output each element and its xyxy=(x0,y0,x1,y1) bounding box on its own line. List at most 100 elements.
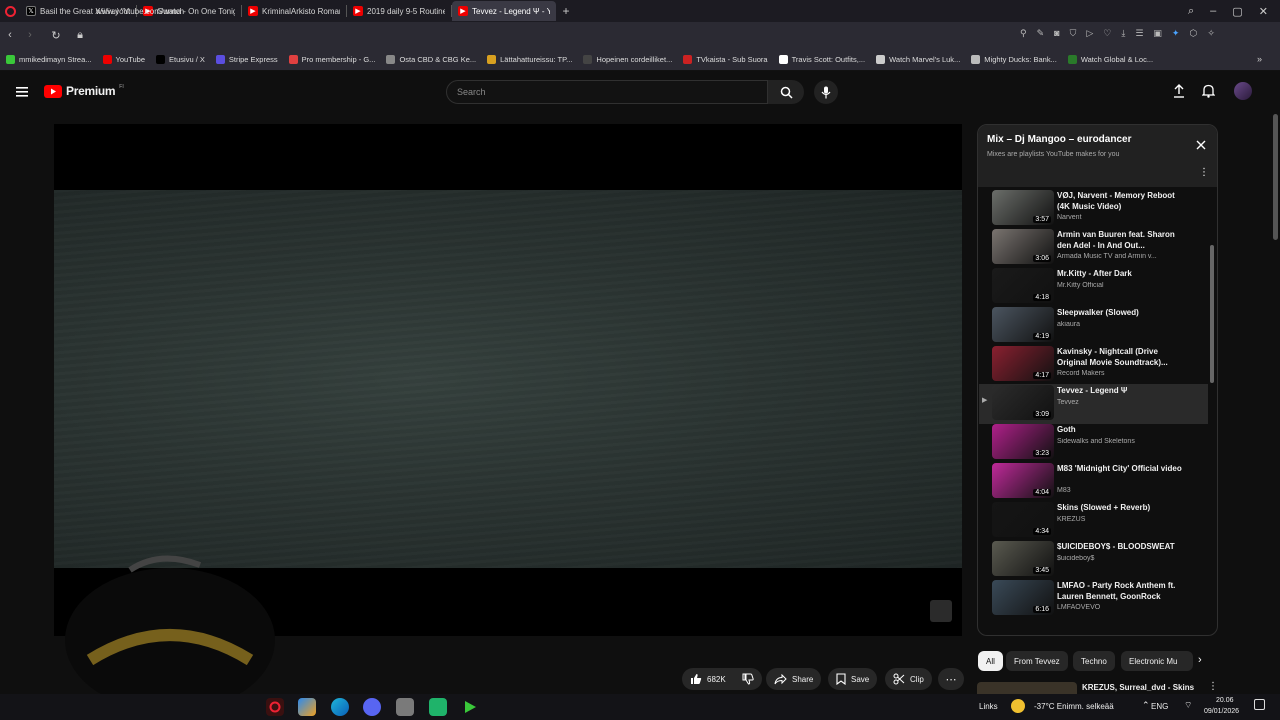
playlist-item[interactable]: 4:19 Sleepwalker (Slowed) akiaura xyxy=(979,306,1208,346)
bookmark-item[interactable]: Osta CBD & CBG Ke... xyxy=(386,54,476,64)
voice-search-button[interactable] xyxy=(814,80,838,104)
language-indicator[interactable]: ENG xyxy=(1151,702,1168,711)
bookmark-item[interactable]: Stripe Express xyxy=(215,54,278,64)
notifications-bell-icon[interactable] xyxy=(1201,84,1216,103)
playlist-item[interactable]: 6:16 LMFAO - Party Rock Anthem ft. Lauren… xyxy=(979,579,1208,619)
vpn-taskbar-icon[interactable] xyxy=(396,698,414,716)
clip-button[interactable]: Clip xyxy=(885,668,932,690)
maximize-button[interactable]: ▢ xyxy=(1232,5,1242,18)
bookmarks-overflow-icon[interactable]: » xyxy=(1257,54,1262,64)
chips-next-icon[interactable]: › xyxy=(1198,654,1202,666)
x-logo-icon: 𝕏 xyxy=(26,6,36,16)
youtube-logo[interactable]: Premium FI xyxy=(44,84,124,98)
bookmark-item[interactable]: Pro membership - G... xyxy=(288,54,375,64)
playlist-item[interactable]: 3:57 VØJ, Narvent - Memory Reboot (4K Mus… xyxy=(979,189,1208,229)
weather-icon xyxy=(1011,699,1025,713)
recommended-video[interactable]: KREZUS, Surreal_dvd - Skins ⋮ xyxy=(977,680,1218,694)
playlist-item[interactable]: 3:06 Armin van Buuren feat. Sharon den Ad… xyxy=(979,228,1208,268)
playlist-item[interactable]: 4:17 Kavinsky - Nightcall (Drive Original… xyxy=(979,345,1208,385)
playlist-item-channel: Armada Music TV and Armin v... xyxy=(1057,253,1157,260)
playlist-item[interactable]: 3:23 Goth Sidewalks and Skeletons xyxy=(979,423,1208,463)
extension-blue-icon[interactable]: ✦ xyxy=(1172,28,1180,39)
filter-chip[interactable]: Electronic Mu xyxy=(1121,651,1193,671)
playlist-item[interactable]: ▶ 3:09 Tevvez - Legend Ψ Tevvez xyxy=(979,384,1208,424)
bookmark-item[interactable]: Mighty Ducks: Bank... xyxy=(971,54,1057,64)
notification-center-icon[interactable] xyxy=(1254,699,1265,710)
bookmark-item[interactable]: YouTube xyxy=(102,54,145,64)
dislike-button[interactable] xyxy=(734,668,762,690)
close-playlist-button[interactable] xyxy=(1196,137,1206,155)
playlist-thumbnail: 3:06 xyxy=(992,229,1054,264)
heart-icon[interactable]: ♡ xyxy=(1103,28,1111,39)
bookmark-item[interactable]: Watch Marvel's Luk... xyxy=(876,54,960,64)
arrow-taskbar-icon[interactable] xyxy=(461,698,479,716)
playlist-title[interactable]: Mix – Dj Mangoo – eurodancer xyxy=(987,134,1131,145)
thumbs-up-icon xyxy=(691,674,702,684)
shield-icon[interactable]: ⛉ xyxy=(1070,28,1077,39)
recommended-more-icon[interactable]: ⋮ xyxy=(1208,681,1218,692)
filter-chip[interactable]: From Tevvez xyxy=(1006,651,1068,671)
more-actions-button[interactable]: ⋯ xyxy=(938,668,964,690)
clock-time[interactable]: 20.06 xyxy=(1216,697,1234,704)
back-button[interactable]: ‹ xyxy=(0,29,20,41)
avatar[interactable] xyxy=(1234,82,1252,100)
bookmark-item[interactable]: Hopeinen cordeilliket... xyxy=(583,54,672,64)
search-tabs-icon[interactable]: ⌕ xyxy=(1188,5,1194,18)
bookmark-item[interactable]: TVkaista - Sub Suora xyxy=(683,54,768,64)
playlist-more-icon[interactable]: ⋮ xyxy=(1199,167,1209,178)
edit-icon[interactable]: ✎ xyxy=(1037,28,1045,39)
cube-icon[interactable]: ⬡ xyxy=(1189,28,1197,39)
paint-taskbar-icon[interactable] xyxy=(298,698,316,716)
browser-menu-icon[interactable] xyxy=(0,5,20,17)
bookmark-favicon-icon xyxy=(6,54,15,64)
thumbs-down-icon xyxy=(742,673,754,685)
search-input[interactable]: Search xyxy=(446,80,768,104)
share-button[interactable]: Share xyxy=(766,668,822,690)
chat-taskbar-icon[interactable] xyxy=(429,698,447,716)
bookmark-item[interactable]: mmikedimayn Strea... xyxy=(6,54,92,64)
filter-chip[interactable]: Techno xyxy=(1073,651,1115,671)
network-icon[interactable]: ⌔ xyxy=(1184,700,1192,711)
opera-taskbar-icon[interactable] xyxy=(266,698,284,716)
bookmark-favicon-icon xyxy=(156,54,166,64)
bookmark-item[interactable]: Travis Scott: Outfits,... xyxy=(778,54,865,64)
clock-date[interactable]: 09/01/2026 xyxy=(1204,708,1239,715)
close-window-button[interactable]: ✕ xyxy=(1259,5,1268,18)
discord-taskbar-icon[interactable] xyxy=(363,698,381,716)
page-scrollbar[interactable] xyxy=(1273,114,1278,240)
bookmark-item[interactable]: Lättahattureissu: TP... xyxy=(487,54,572,64)
camera-icon[interactable]: ◙ xyxy=(1054,28,1059,39)
extension-icon[interactable]: ▣ xyxy=(1153,28,1162,39)
bookmark-item[interactable]: Watch Global & Loc... xyxy=(1067,54,1153,64)
forward-button[interactable]: › xyxy=(20,29,40,41)
browser-tab[interactable]: ▶ Tevvez - Legend Ψ - Yo xyxy=(452,1,556,21)
playlist-item[interactable]: 4:34 Skins (Slowed + Reverb) KREZUS xyxy=(979,501,1208,541)
upload-icon[interactable] xyxy=(1173,84,1185,103)
playlist-item[interactable]: 4:04 M83 'Midnight City' Official video M8… xyxy=(979,462,1208,502)
bookmark-favicon-icon xyxy=(215,54,225,64)
ai-icon[interactable]: ✧ xyxy=(1207,28,1215,39)
hamburger-menu-icon[interactable] xyxy=(16,84,28,102)
filter-chip[interactable]: All xyxy=(978,651,1003,671)
download-icon[interactable]: ⤓ xyxy=(1121,28,1125,39)
taskbar-links-label[interactable]: Links xyxy=(979,702,998,711)
reload-button[interactable]: ↻ xyxy=(46,29,66,42)
playlist-item[interactable]: 4:18 Mr.Kitty - After Dark Mr.Kitty Offici… xyxy=(979,267,1208,307)
search-button[interactable] xyxy=(768,80,804,104)
menu-lines-icon[interactable]: ☰ xyxy=(1135,28,1143,39)
minimize-button[interactable]: – xyxy=(1210,5,1216,17)
play-icon[interactable]: ▷ xyxy=(1086,28,1093,39)
tray-chevron-icon[interactable]: ⌃ xyxy=(1142,700,1150,711)
new-tab-button[interactable]: + xyxy=(556,4,576,18)
browser-tab[interactable]: ▶ KriminalArkisto Romanien II xyxy=(242,1,346,21)
browser-tab[interactable]: ▶ 2019 daily 9-5 Routine (dr xyxy=(347,1,451,21)
save-button[interactable]: Save xyxy=(828,668,878,690)
like-button[interactable]: 682K xyxy=(682,668,734,690)
playlist-item[interactable]: 3:45 $UICIDEBOY$ - BLOODSWEAT $uicideboy$ xyxy=(979,540,1208,580)
zoom-icon[interactable]: ⚲ xyxy=(1020,28,1027,39)
bookmark-item[interactable]: Etusivu / X xyxy=(156,54,205,64)
playlist-scrollbar[interactable] xyxy=(1210,245,1214,383)
url-field[interactable]: www.youtube.com/watch xyxy=(96,7,184,16)
edge-taskbar-icon[interactable] xyxy=(331,698,349,716)
weather-text[interactable]: -37°C Enimm. selkeää xyxy=(1034,702,1114,711)
